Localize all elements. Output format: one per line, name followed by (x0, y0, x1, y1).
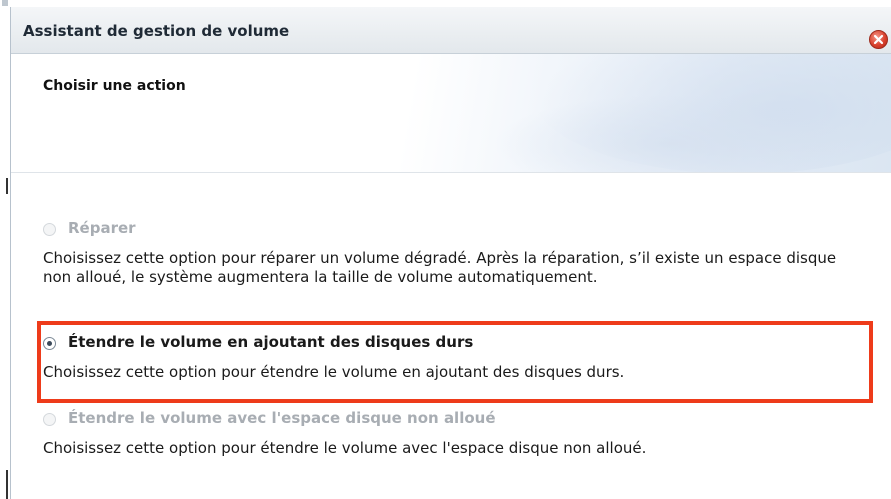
repair-radio (43, 223, 56, 236)
volume-wizard-dialog: Assistant de gestion de volume Choisir u… (10, 7, 891, 499)
dialog-title: Assistant de gestion de volume (23, 22, 290, 40)
background-app-edge (0, 0, 10, 499)
step-title: Choisir une action (43, 78, 186, 94)
wizard-header: Choisir une action (11, 54, 891, 173)
close-icon (873, 34, 884, 45)
background-fragment (2, 0, 8, 6)
background-fragment (6, 470, 8, 499)
highlight-annotation (37, 321, 873, 403)
expand-unallocated-radio (43, 413, 56, 426)
screenshot-stage: Assistant de gestion de volume Choisir u… (0, 0, 891, 499)
repair-description: Choisissez cette option pour réparer un … (43, 249, 837, 286)
expand-unallocated-label: Étendre le volume avec l'espace disque n… (68, 409, 496, 427)
background-fragment (6, 178, 8, 194)
expand-unallocated-description: Choisissez cette option pour étendre le … (43, 439, 647, 457)
repair-label: Réparer (68, 219, 136, 237)
close-button[interactable] (869, 30, 888, 49)
dialog-titlebar[interactable]: Assistant de gestion de volume (11, 7, 891, 54)
